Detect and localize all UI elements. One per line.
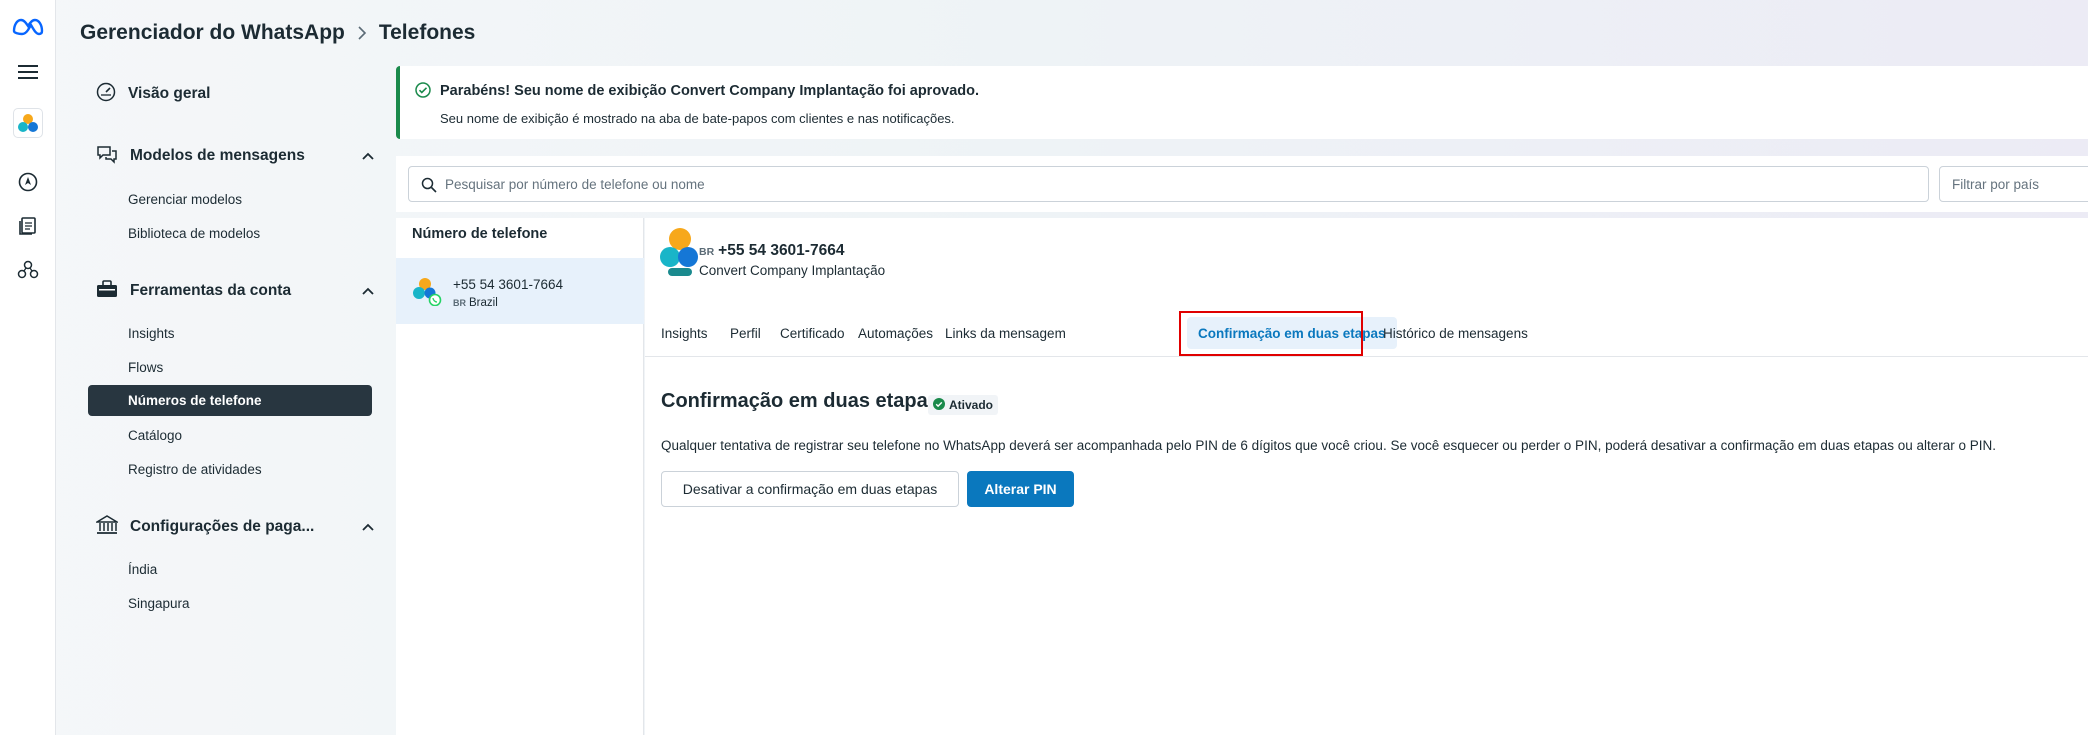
check-circle-icon xyxy=(415,82,431,103)
status-badge: Ativado xyxy=(928,395,999,415)
phone-detail-panel: BR +55 54 3601-7664 Convert Company Impla… xyxy=(645,218,2088,735)
country-code: BR xyxy=(453,298,466,308)
nav-item-india[interactable]: Índia xyxy=(128,555,157,583)
change-pin-button[interactable]: Alterar PIN xyxy=(967,471,1074,507)
chevron-up-icon[interactable] xyxy=(362,282,374,300)
tab-message-history[interactable]: Histórico de mensagens xyxy=(1372,317,1539,349)
side-navigation: Visão geral Modelos de mensagens Gerenci… xyxy=(56,60,396,735)
country-name: Brazil xyxy=(469,297,498,309)
tab-message-links[interactable]: Links da mensagem xyxy=(934,317,1077,349)
chat-bubbles-icon xyxy=(96,144,118,169)
detail-tabs: Insights Perfil Certificado Automações L… xyxy=(645,310,2088,357)
nav-section-overview[interactable]: Visão geral xyxy=(96,77,374,111)
meta-logo-icon[interactable] xyxy=(0,12,56,40)
phone-list-panel: Número de telefone +55 54 3601-7664 BR Br… xyxy=(396,218,644,735)
compass-icon[interactable] xyxy=(0,170,56,194)
search-input[interactable]: Pesquisar por número de telefone ou nome xyxy=(408,166,1929,202)
nav-item-singapore[interactable]: Singapura xyxy=(128,589,190,617)
people-network-icon[interactable] xyxy=(0,258,56,282)
disable-two-step-button[interactable]: Desativar a confirmação em duas etapas xyxy=(661,471,959,507)
phone-list-header: Número de telefone xyxy=(412,226,548,242)
search-bar-area: Pesquisar por número de telefone ou nome… xyxy=(396,156,2088,212)
detail-country-code: BR xyxy=(699,246,715,258)
breadcrumb-app-title[interactable]: Gerenciador do WhatsApp xyxy=(80,21,345,45)
country-filter-input[interactable]: Filtrar por país xyxy=(1939,166,2088,202)
nav-item-flows[interactable]: Flows xyxy=(128,353,163,381)
chevron-up-icon[interactable] xyxy=(362,147,374,165)
toolbox-icon xyxy=(96,279,118,303)
section-title: Confirmação em duas etapas xyxy=(661,390,939,412)
detail-display-name: Convert Company Implantação xyxy=(699,263,886,278)
search-placeholder: Pesquisar por número de telefone ou nome xyxy=(445,176,705,192)
chevron-right-icon xyxy=(357,26,367,40)
active-tab-highlight-outline xyxy=(1179,311,1363,356)
banner-text: Seu nome de exibição é mostrado na aba d… xyxy=(440,111,955,126)
nav-item-phone-numbers[interactable]: Números de telefone xyxy=(88,385,372,416)
nav-section-label: Visão geral xyxy=(128,85,211,102)
phone-list-row[interactable]: +55 54 3601-7664 BR Brazil xyxy=(396,258,644,324)
nav-section-message-templates[interactable]: Modelos de mensagens xyxy=(96,139,374,173)
nav-section-label: Ferramentas da conta xyxy=(130,282,292,299)
documents-icon[interactable] xyxy=(0,214,56,238)
tab-automations[interactable]: Automações xyxy=(847,317,944,349)
nav-section-account-tools[interactable]: Ferramentas da conta xyxy=(96,274,374,308)
breadcrumb-current-page: Telefones xyxy=(378,21,476,44)
tab-insights[interactable]: Insights xyxy=(650,317,719,349)
main-content: Parabéns! Seu nome de exibição Convert C… xyxy=(396,60,2088,735)
check-circle-filled-icon xyxy=(933,397,945,413)
tab-profile[interactable]: Perfil xyxy=(719,317,772,349)
nav-item-catalog[interactable]: Catálogo xyxy=(128,421,182,449)
nav-section-payment-settings[interactable]: Configurações de paga... xyxy=(94,510,374,544)
success-banner: Parabéns! Seu nome de exibição Convert C… xyxy=(396,66,2088,139)
banner-title: Parabéns! Seu nome de exibição Convert C… xyxy=(440,83,980,99)
menu-icon[interactable] xyxy=(0,58,56,86)
breadcrumb: Gerenciador do WhatsApp Telefones xyxy=(80,18,475,48)
speedometer-icon xyxy=(96,82,116,107)
detail-phone-number: BR +55 54 3601-7664 xyxy=(699,242,844,260)
status-badge-label: Ativado xyxy=(949,398,994,412)
phone-country-text: BR Brazil xyxy=(453,297,498,309)
left-rail xyxy=(0,0,56,735)
nav-item-insights[interactable]: Insights xyxy=(128,319,175,347)
nav-item-template-library[interactable]: Biblioteca de modelos xyxy=(128,219,260,247)
business-avatar-whatsapp-icon xyxy=(412,276,442,311)
nav-section-label: Modelos de mensagens xyxy=(130,147,305,164)
nav-item-activity-log[interactable]: Registro de atividades xyxy=(128,455,262,483)
chevron-up-icon[interactable] xyxy=(362,518,374,536)
country-filter-placeholder: Filtrar por país xyxy=(1952,176,2040,192)
nav-section-label: Configurações de paga... xyxy=(130,518,315,535)
business-logo-icon xyxy=(660,226,698,283)
section-description: Qualquer tentativa de registrar seu tele… xyxy=(661,438,1997,453)
nav-item-manage-templates[interactable]: Gerenciar modelos xyxy=(128,185,242,213)
bank-icon xyxy=(94,514,120,540)
search-icon xyxy=(421,177,437,196)
phone-number-text: +55 54 3601-7664 xyxy=(453,277,563,292)
detail-number-value: +55 54 3601-7664 xyxy=(718,242,845,259)
business-avatar-icon[interactable] xyxy=(0,108,56,138)
tab-certificate[interactable]: Certificado xyxy=(769,317,856,349)
